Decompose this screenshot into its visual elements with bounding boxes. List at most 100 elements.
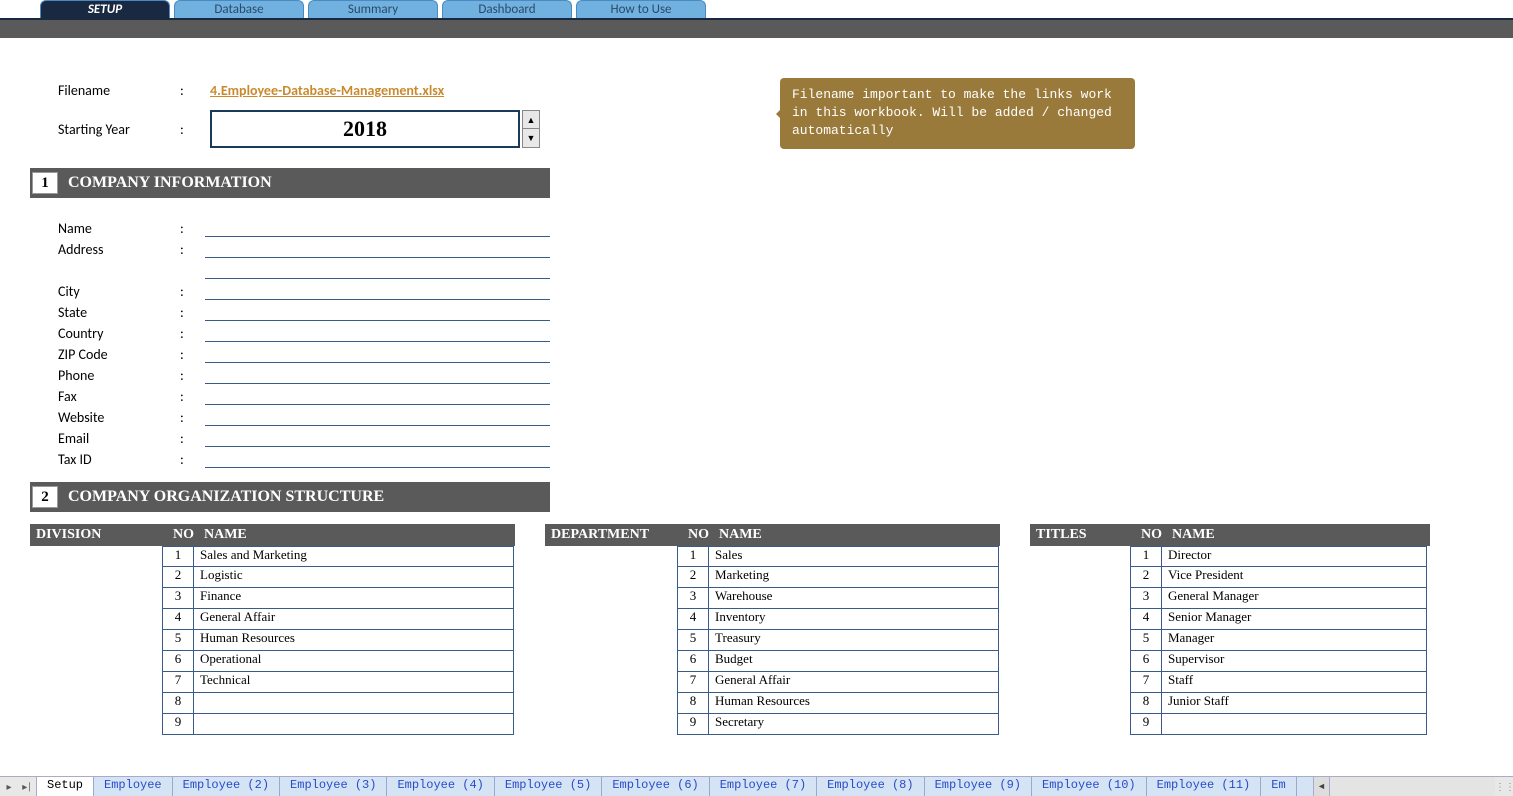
table-row: 9Secretary [545,714,1000,735]
table-row: 3General Manager [1030,588,1430,609]
row-name-cell[interactable]: Director [1162,546,1427,567]
row-name-cell[interactable]: General Affair [709,672,999,693]
header-bar [0,20,1513,38]
sheet-tab[interactable]: Employee (6) [602,777,709,796]
row-name-cell[interactable] [1162,714,1427,735]
table-row: 2Marketing [545,567,1000,588]
year-spinner-up[interactable]: ▲ [523,111,539,129]
sheet-tab[interactable]: Setup [37,777,94,796]
row-name-cell[interactable]: Inventory [709,609,999,630]
company-field-row: State: [30,300,1483,321]
row-number: 7 [677,672,709,693]
row-number: 9 [677,714,709,735]
row-name-cell[interactable]: Secretary [709,714,999,735]
tab-database[interactable]: Database [174,0,304,18]
sheet-tab[interactable]: Em [1261,777,1296,796]
division-table: DIVISION NO NAME 1Sales and Marketing2Lo… [30,524,515,735]
table-row: 8Junior Staff [1030,693,1430,714]
row-name-cell[interactable]: Supervisor [1162,651,1427,672]
row-name-cell[interactable]: Junior Staff [1162,693,1427,714]
starting-year-input[interactable]: 2018 [210,110,520,148]
row-name-cell[interactable]: Staff [1162,672,1427,693]
row-name-cell[interactable]: Warehouse [709,588,999,609]
row-name-cell[interactable]: Operational [194,651,514,672]
company-field-input[interactable] [205,219,550,237]
sheet-tab[interactable]: Employee (11) [1147,777,1262,796]
company-field-input[interactable] [205,387,550,405]
company-field-label: Tax ID [30,451,180,468]
table-spacer [30,693,162,714]
row-name-cell[interactable]: General Affair [194,609,514,630]
tab-summary[interactable]: Summary [308,0,438,18]
sheet-tab[interactable]: Employee (5) [495,777,602,796]
row-name-cell[interactable] [194,714,514,735]
sheet-tab-bar: ▸ ▸| SetupEmployeeEmployee (2)Employee (… [0,776,1513,796]
table-spacer [30,672,162,693]
company-field-input[interactable] [205,324,550,342]
company-field-row: Country: [30,321,1483,342]
company-field-input[interactable] [205,429,550,447]
company-field-input[interactable] [205,345,550,363]
row-name-cell[interactable]: Sales and Marketing [194,546,514,567]
year-spinner-down[interactable]: ▼ [523,129,539,147]
row-name-cell[interactable]: Budget [709,651,999,672]
company-field-input[interactable] [205,261,550,279]
table-row: 7Technical [30,672,515,693]
section-company-information: 1 COMPANY INFORMATION [30,168,550,198]
row-name-cell[interactable]: General Manager [1162,588,1427,609]
company-field-input[interactable] [205,366,550,384]
row-name-cell[interactable]: Marketing [709,567,999,588]
row-name-cell[interactable]: Sales [709,546,999,567]
row-name-cell[interactable]: Human Resources [709,693,999,714]
table-row: 5Human Resources [30,630,515,651]
company-field-label: City [30,283,180,300]
row-number: 3 [1130,588,1162,609]
sheet-tab[interactable]: Employee (3) [280,777,387,796]
table-row: 1Director [1030,546,1430,567]
tab-how-to-use[interactable]: How to Use [576,0,706,18]
filename-tooltip: Filename important to make the links wor… [780,78,1135,149]
row-number: 5 [162,630,194,651]
column-name: NAME [1166,527,1215,543]
table-spacer [1030,630,1130,651]
sheet-tab[interactable]: Employee (4) [387,777,494,796]
table-row: 7General Affair [545,672,1000,693]
row-number: 4 [162,609,194,630]
company-field-row: ZIP Code: [30,342,1483,363]
company-field-input[interactable] [205,282,550,300]
company-field-input[interactable] [205,240,550,258]
company-field-input[interactable] [205,450,550,468]
table-row: 8 [30,693,515,714]
company-field-input[interactable] [205,408,550,426]
row-name-cell[interactable]: Logistic [194,567,514,588]
column-no: NO [168,527,198,543]
row-name-cell[interactable]: Manager [1162,630,1427,651]
company-field-label: Phone [30,367,180,384]
sheet-nav-last[interactable]: ▸| [18,777,36,796]
tab-setup[interactable]: SETUP [40,0,170,18]
colon: : [180,388,205,405]
sheet-tab[interactable]: Employee (7) [710,777,817,796]
table-spacer [545,567,677,588]
filename-link[interactable]: 4.Employee-Database-Management.xlsx [210,82,444,99]
sheet-tab[interactable]: Employee (2) [173,777,280,796]
tab-dashboard[interactable]: Dashboard [442,0,572,18]
row-number: 2 [677,567,709,588]
row-name-cell[interactable]: Treasury [709,630,999,651]
row-name-cell[interactable] [194,693,514,714]
hscroll-left[interactable]: ◄ [1314,777,1330,796]
row-name-cell[interactable]: Technical [194,672,514,693]
column-no: NO [683,527,713,543]
company-field-input[interactable] [205,303,550,321]
row-number: 3 [162,588,194,609]
hscroll-track[interactable] [1330,777,1495,796]
row-name-cell[interactable]: Vice President [1162,567,1427,588]
row-name-cell[interactable]: Senior Manager [1162,609,1427,630]
sheet-nav-first[interactable]: ▸ [0,777,18,796]
sheet-tab[interactable]: Employee (8) [817,777,924,796]
sheet-tab[interactable]: Employee (9) [925,777,1032,796]
row-name-cell[interactable]: Human Resources [194,630,514,651]
sheet-tab[interactable]: Employee (10) [1032,777,1147,796]
row-name-cell[interactable]: Finance [194,588,514,609]
sheet-tab[interactable]: Employee [94,777,173,796]
